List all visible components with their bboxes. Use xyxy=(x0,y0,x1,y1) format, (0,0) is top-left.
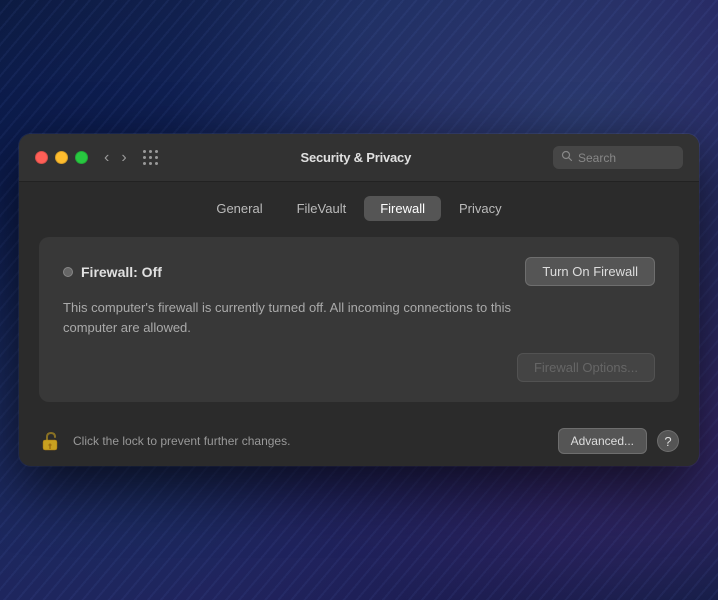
lock-button[interactable] xyxy=(39,429,63,453)
grid-icon xyxy=(143,150,159,166)
firewall-status-label: Firewall: Off xyxy=(81,264,162,280)
firewall-status: Firewall: Off xyxy=(63,264,162,280)
forward-button[interactable]: › xyxy=(117,148,130,168)
search-placeholder: Search xyxy=(578,151,616,165)
search-box[interactable]: Search xyxy=(553,146,683,169)
firewall-options-button: Firewall Options... xyxy=(517,353,655,382)
help-button[interactable]: ? xyxy=(657,430,679,452)
search-icon xyxy=(561,150,573,165)
titlebar: ‹ › Security & Privacy xyxy=(19,134,699,182)
content-area: Firewall: Off Turn On Firewall This comp… xyxy=(19,229,699,418)
close-button[interactable] xyxy=(35,151,48,164)
firewall-panel: Firewall: Off Turn On Firewall This comp… xyxy=(39,237,679,402)
lock-help-text: Click the lock to prevent further change… xyxy=(73,434,548,448)
tab-general[interactable]: General xyxy=(200,196,278,221)
bottom-bar: Click the lock to prevent further change… xyxy=(19,418,699,466)
traffic-lights xyxy=(35,151,88,164)
preferences-window: ‹ › Security & Privacy xyxy=(19,134,699,466)
firewall-header: Firewall: Off Turn On Firewall xyxy=(63,257,655,286)
status-indicator xyxy=(63,267,73,277)
tab-bar: General FileVault Firewall Privacy xyxy=(19,182,699,229)
back-button[interactable]: ‹ xyxy=(100,148,113,168)
app-grid-button[interactable] xyxy=(143,150,159,166)
firewall-description: This computer's firewall is currently tu… xyxy=(63,298,563,337)
lock-icon xyxy=(39,429,63,453)
tab-privacy[interactable]: Privacy xyxy=(443,196,518,221)
advanced-button[interactable]: Advanced... xyxy=(558,428,647,454)
tab-firewall[interactable]: Firewall xyxy=(364,196,441,221)
firewall-options-row: Firewall Options... xyxy=(63,353,655,382)
minimize-button[interactable] xyxy=(55,151,68,164)
tab-filevault[interactable]: FileVault xyxy=(281,196,363,221)
window-title: Security & Privacy xyxy=(171,150,541,165)
zoom-button[interactable] xyxy=(75,151,88,164)
nav-buttons: ‹ › xyxy=(100,148,131,168)
turn-on-firewall-button[interactable]: Turn On Firewall xyxy=(525,257,655,286)
